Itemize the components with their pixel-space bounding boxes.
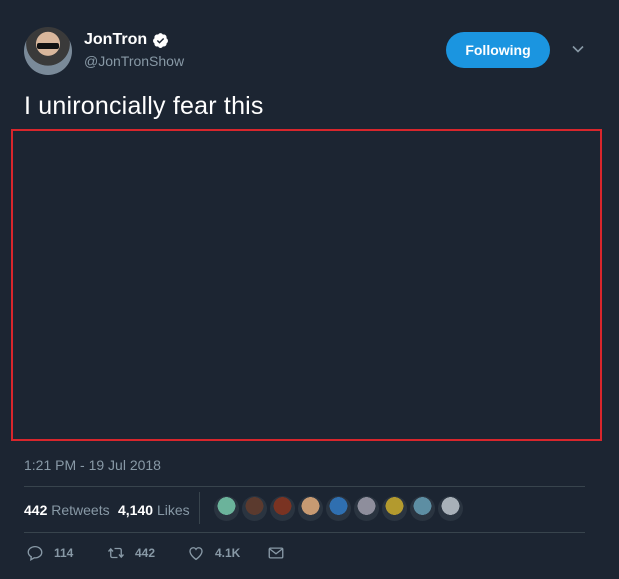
likes-stat[interactable]: 4,140 Likes <box>118 502 190 518</box>
chevron-down-icon[interactable] <box>570 41 586 57</box>
author-display-name-row[interactable]: JonTron <box>84 31 169 49</box>
tweet-actions: 114 442 4.1K <box>24 544 585 568</box>
envelope-icon <box>268 547 284 559</box>
retweet-action[interactable]: 442 <box>107 544 155 562</box>
divider-bottom <box>24 532 585 533</box>
liker-avatar[interactable] <box>354 496 379 521</box>
liker-avatar[interactable] <box>326 496 351 521</box>
liker-avatar[interactable] <box>438 496 463 521</box>
likes-count: 4,140 <box>118 502 154 518</box>
reply-icon <box>27 545 43 562</box>
liker-avatar[interactable] <box>382 496 407 521</box>
avatar-glasses <box>37 43 59 49</box>
following-button[interactable]: Following <box>446 32 550 68</box>
engagement-stats: 442 Retweets 4,140 Likes <box>24 486 585 532</box>
liker-avatar[interactable] <box>242 496 267 521</box>
retweet-icon <box>107 547 125 559</box>
liker-avatars <box>214 496 463 522</box>
liker-avatar[interactable] <box>298 496 323 521</box>
retweet-count: 442 <box>135 546 156 560</box>
stats-separator <box>199 492 200 524</box>
author-display-name[interactable]: JonTron <box>84 31 147 49</box>
direct-message-action[interactable] <box>267 544 285 562</box>
author-handle[interactable]: @JonTronShow <box>84 53 184 69</box>
retweets-label: Retweets <box>51 502 110 518</box>
liker-avatar[interactable] <box>214 496 239 521</box>
retweets-count: 442 <box>24 502 48 518</box>
author-name-block: JonTron @JonTronShow <box>84 31 184 69</box>
likes-label: Likes <box>156 502 190 518</box>
verified-badge-icon <box>153 32 169 48</box>
liker-avatar[interactable] <box>270 496 295 521</box>
tweet-text: I unironcially fear this <box>24 92 264 120</box>
liker-avatar[interactable] <box>410 496 435 521</box>
like-count: 4.1K <box>215 546 241 560</box>
tweet-timestamp[interactable]: 1:21 PM - 19 Jul 2018 <box>24 457 161 473</box>
retweets-stat[interactable]: 442 Retweets <box>24 502 110 518</box>
reply-action[interactable]: 114 <box>26 544 73 562</box>
tweet-header: JonTron @JonTronShow Following <box>24 27 594 77</box>
heart-icon <box>189 547 203 561</box>
like-action[interactable]: 4.1K <box>187 544 240 562</box>
reply-count: 114 <box>54 546 74 560</box>
author-avatar[interactable] <box>24 27 72 75</box>
tweet-media-placeholder[interactable] <box>11 129 602 441</box>
